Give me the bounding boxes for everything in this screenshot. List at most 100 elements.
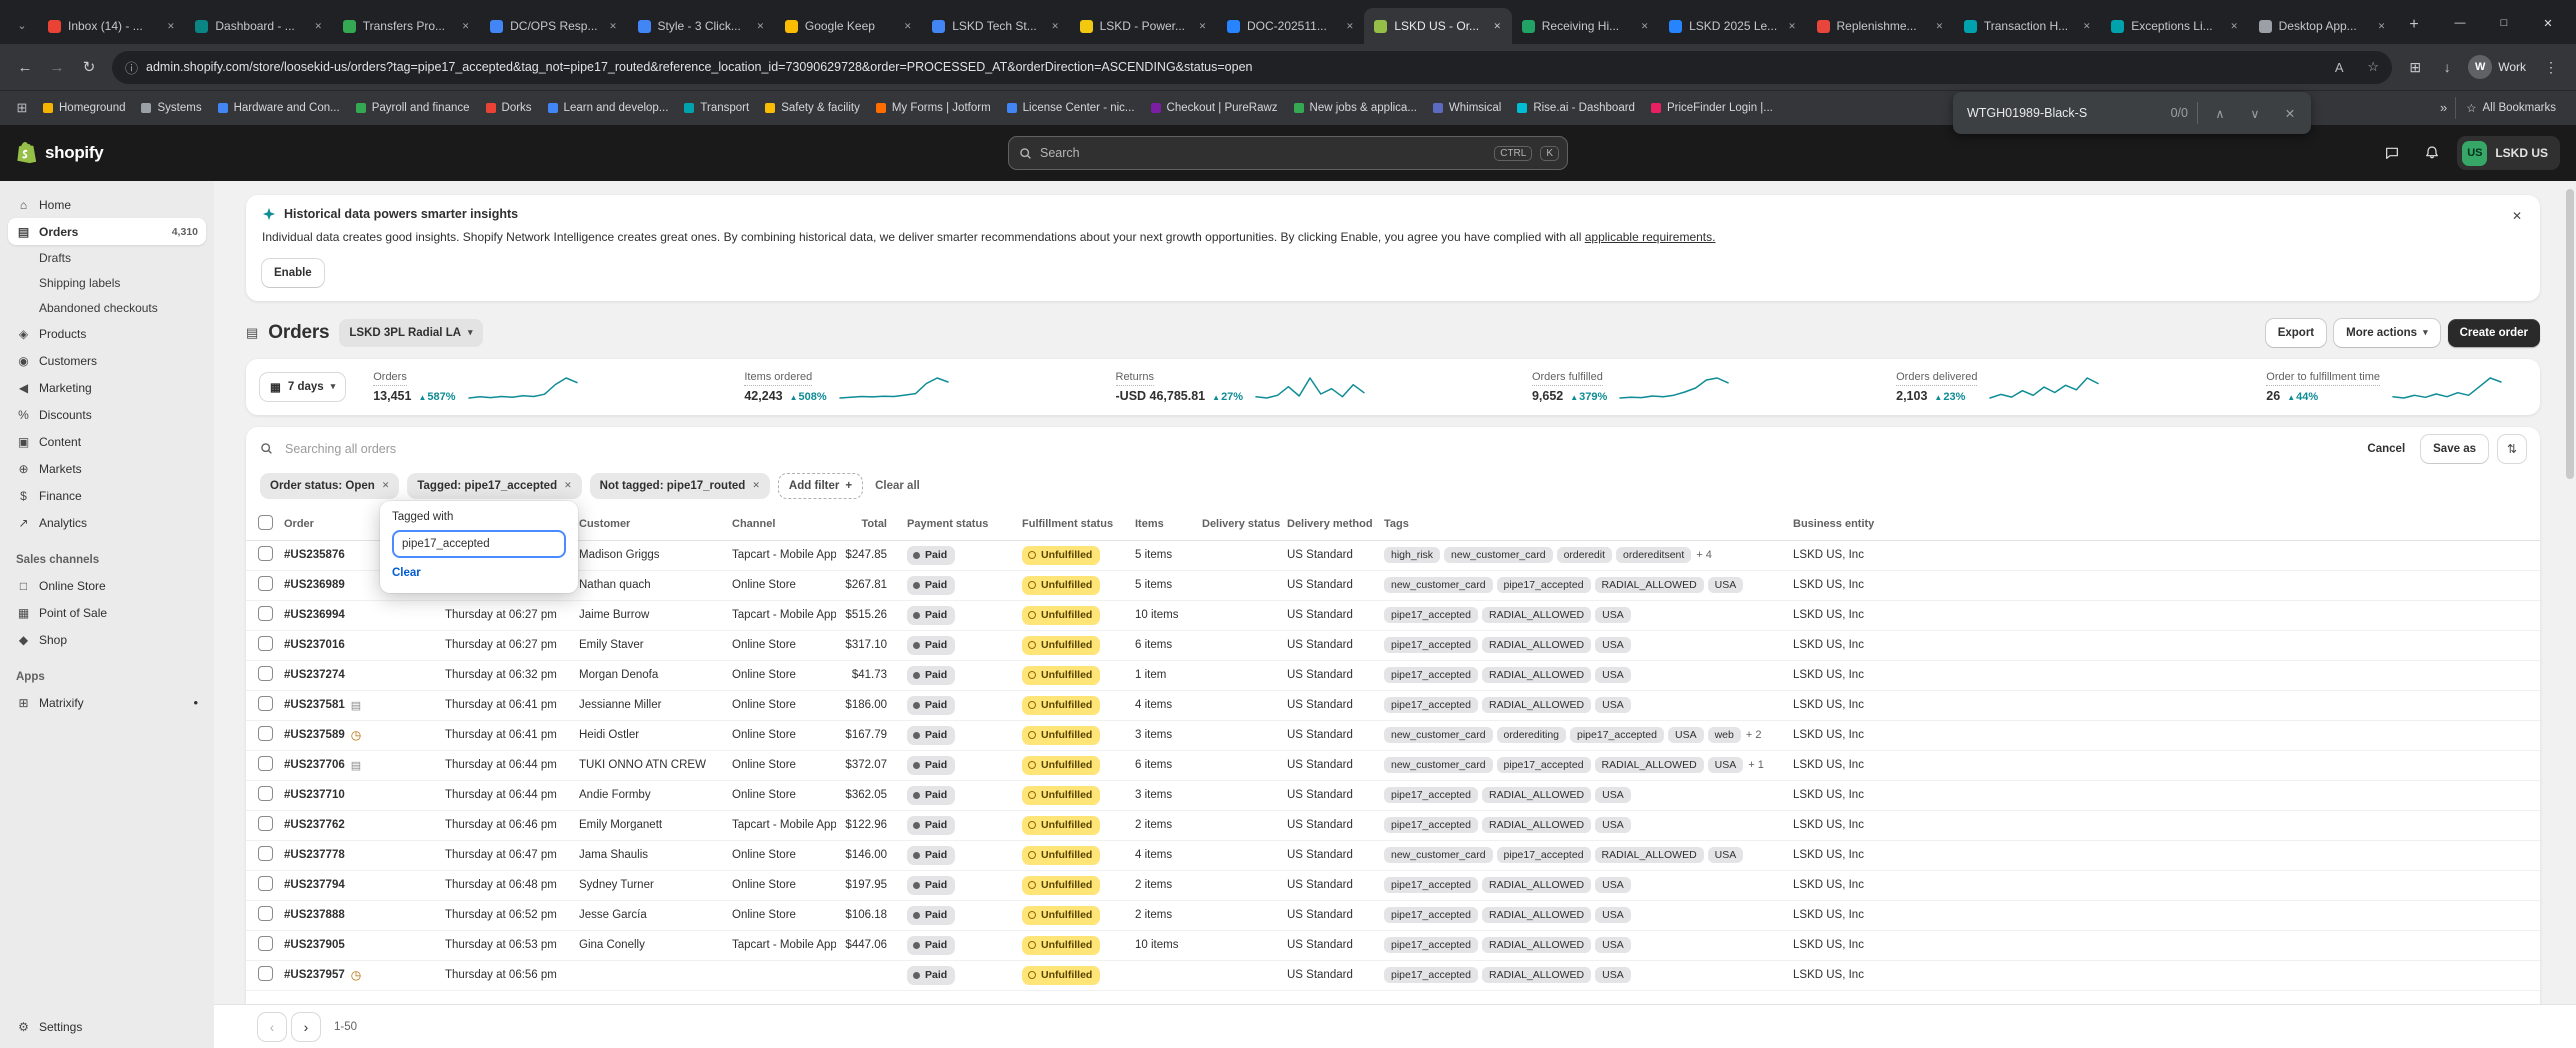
browser-tab[interactable]: DC/OPS Resp... ✕ xyxy=(480,8,627,44)
find-next-icon[interactable]: ∨ xyxy=(2242,100,2268,126)
table-row[interactable]: #US236989 ▤ ◷ Nathan quach Online Store … xyxy=(246,571,2540,601)
back-button[interactable]: ← xyxy=(10,52,40,82)
column-header-delivery-status[interactable]: Delivery status xyxy=(1202,518,1287,530)
row-checkbox[interactable] xyxy=(258,606,273,621)
browser-tab[interactable]: Desktop App... ✕ xyxy=(2249,8,2396,44)
row-checkbox[interactable] xyxy=(258,966,273,981)
order-id[interactable]: #US237762 xyxy=(284,819,345,831)
bookmark-item[interactable]: PriceFinder Login |... xyxy=(1644,95,1780,120)
tab-close-icon[interactable]: ✕ xyxy=(1048,19,1063,34)
tab-close-icon[interactable]: ✕ xyxy=(1785,19,1800,34)
tab-close-icon[interactable]: ✕ xyxy=(311,19,326,34)
browser-tab[interactable]: LSKD - Power... ✕ xyxy=(1070,8,1217,44)
apps-grid-icon[interactable]: ⊞ xyxy=(10,100,34,116)
filter-chip[interactable]: Order status: Open ✕ xyxy=(260,473,399,499)
sidebar-item[interactable]: ⊕ Markets • xyxy=(8,455,206,482)
row-checkbox[interactable] xyxy=(258,546,273,561)
browser-tab[interactable]: Receiving Hi... ✕ xyxy=(1512,8,1659,44)
row-checkbox[interactable] xyxy=(258,726,273,741)
find-in-page-bar[interactable]: WTGH01989-Black-S 0/0 ∧ ∨ ✕ xyxy=(1953,92,2311,134)
previous-page-button[interactable]: ‹ xyxy=(258,1013,286,1041)
window-close-button[interactable]: ✕ xyxy=(2526,7,2570,39)
order-id[interactable]: #US237888 xyxy=(284,909,345,921)
order-id[interactable]: #US237905 xyxy=(284,939,345,951)
bookmark-item[interactable]: Whimsical xyxy=(1426,95,1508,120)
sidebar-item[interactable]: ◀ Marketing • xyxy=(8,374,206,401)
column-header-tags[interactable]: Tags xyxy=(1384,518,1793,530)
row-checkbox[interactable] xyxy=(258,936,273,951)
bookmark-item[interactable]: My Forms | Jotform xyxy=(869,95,998,120)
sidebar-item[interactable]: % Discounts • xyxy=(8,401,206,428)
remove-filter-icon[interactable]: ✕ xyxy=(564,480,572,491)
banner-close-icon[interactable]: ✕ xyxy=(2506,205,2528,227)
extensions-puzzle-icon[interactable]: ⊞ xyxy=(2400,52,2430,82)
tab-close-icon[interactable]: ✕ xyxy=(2374,19,2389,34)
tagged-with-input[interactable] xyxy=(392,530,566,558)
row-checkbox[interactable] xyxy=(258,666,273,681)
sidebar-item[interactable]: ⊞ Matrixify • xyxy=(8,689,206,716)
next-page-button[interactable]: › xyxy=(292,1013,320,1041)
orders-search-input[interactable] xyxy=(283,441,2351,457)
window-minimize-button[interactable]: — xyxy=(2438,7,2482,39)
column-header-total[interactable]: Total xyxy=(836,518,907,530)
browser-tab[interactable]: LSKD Tech St... ✕ xyxy=(922,8,1069,44)
sidebar-section-header[interactable]: Apps xyxy=(8,665,206,689)
metric[interactable]: Orders fulfilled 9,652 ▲379% xyxy=(1532,371,1729,403)
row-checkbox[interactable] xyxy=(258,696,273,711)
find-previous-icon[interactable]: ∧ xyxy=(2207,100,2233,126)
bookmark-item[interactable]: Hardware and Con... xyxy=(211,95,347,120)
sidebar-item[interactable]: ◈ Products • xyxy=(8,320,206,347)
row-checkbox[interactable] xyxy=(258,906,273,921)
table-row[interactable]: #US237778 ▤ ◷ Thursday at 06:47 pm Jama … xyxy=(246,841,2540,871)
bookmark-item[interactable]: Transport xyxy=(677,95,756,120)
order-id[interactable]: #US235876 xyxy=(284,549,345,561)
sidebar-item[interactable]: ▦ Point of Sale • xyxy=(8,599,206,626)
sidebar-item[interactable]: ⌂ Home • xyxy=(8,191,206,218)
tab-close-icon[interactable]: ✕ xyxy=(458,19,473,34)
store-switcher-chip[interactable]: US LSKD US xyxy=(2457,136,2560,170)
bookmark-item[interactable]: Dorks xyxy=(479,95,539,120)
find-query[interactable]: WTGH01989-Black-S xyxy=(1967,106,2162,120)
sidebar-subitem[interactable]: Drafts xyxy=(8,245,206,270)
row-checkbox[interactable] xyxy=(258,636,273,651)
browser-tab[interactable]: LSKD 2025 Le... ✕ xyxy=(1659,8,1806,44)
metric[interactable]: Returns -USD 46,785.81 ▲27% xyxy=(1116,371,1366,403)
address-bar[interactable]: ⓘ admin.shopify.com/store/loosekid-us/or… xyxy=(112,51,2392,84)
column-header-delivery-method[interactable]: Delivery method xyxy=(1287,518,1384,530)
save-as-button[interactable]: Save as xyxy=(2421,435,2488,463)
bookmark-item[interactable]: Checkout | PureRawz xyxy=(1144,95,1285,120)
sidebar-item-settings[interactable]: ⚙ Settings xyxy=(8,1012,206,1042)
order-id[interactable]: #US237581 xyxy=(284,699,345,711)
inbox-icon[interactable] xyxy=(2377,138,2407,168)
table-row[interactable]: #US237706 ▤ ◷ Thursday at 06:44 pm TUKI … xyxy=(246,751,2540,781)
remove-filter-icon[interactable]: ✕ xyxy=(382,480,390,491)
order-id[interactable]: #US236989 xyxy=(284,579,345,591)
browser-tab[interactable]: DOC-202511... ✕ xyxy=(1217,8,1364,44)
row-checkbox[interactable] xyxy=(258,756,273,771)
filter-chip[interactable]: Not tagged: pipe17_routed ✕ xyxy=(590,473,770,499)
column-header-fulfillment-status[interactable]: Fulfillment status xyxy=(1022,518,1135,530)
table-row[interactable]: #US237710 ▤ ◷ Thursday at 06:44 pm Andie… xyxy=(246,781,2540,811)
table-row[interactable]: #US237957 ▤ ◷ Thursday at 06:56 pm Paid … xyxy=(246,961,2540,991)
row-checkbox[interactable] xyxy=(258,876,273,891)
browser-tab[interactable]: Dashboard - ... ✕ xyxy=(185,8,332,44)
browser-tab[interactable]: Exceptions Li... ✕ xyxy=(2101,8,2248,44)
metric[interactable]: Orders delivered 2,103 ▲23% xyxy=(1896,371,2099,403)
select-all-checkbox[interactable] xyxy=(258,515,273,530)
shopify-logo[interactable]: shopify xyxy=(16,141,103,165)
remove-filter-icon[interactable]: ✕ xyxy=(752,480,760,491)
bookmark-star-icon[interactable]: ☆ xyxy=(2360,54,2386,80)
sidebar-item[interactable]: ◆ Shop • xyxy=(8,626,206,653)
find-close-icon[interactable]: ✕ xyxy=(2277,100,2303,126)
bookmark-item[interactable]: Homeground xyxy=(36,95,132,120)
sidebar-item[interactable]: $ Finance • xyxy=(8,482,206,509)
clear-tag-filter-link[interactable]: Clear xyxy=(392,567,421,579)
sort-button[interactable]: ⇅ xyxy=(2498,435,2526,463)
table-row[interactable]: #US235876 ▤ ◷ Madison Griggs Tapcart - M… xyxy=(246,541,2540,571)
scrollbar-thumb[interactable] xyxy=(2566,189,2574,479)
clear-all-button[interactable]: Clear all xyxy=(871,480,924,492)
browser-tab[interactable]: Transfers Pro... ✕ xyxy=(333,8,480,44)
all-bookmarks-button[interactable]: ☆ All Bookmarks xyxy=(2455,97,2566,119)
tab-close-icon[interactable]: ✕ xyxy=(753,19,768,34)
column-header-customer[interactable]: Customer xyxy=(579,518,732,530)
